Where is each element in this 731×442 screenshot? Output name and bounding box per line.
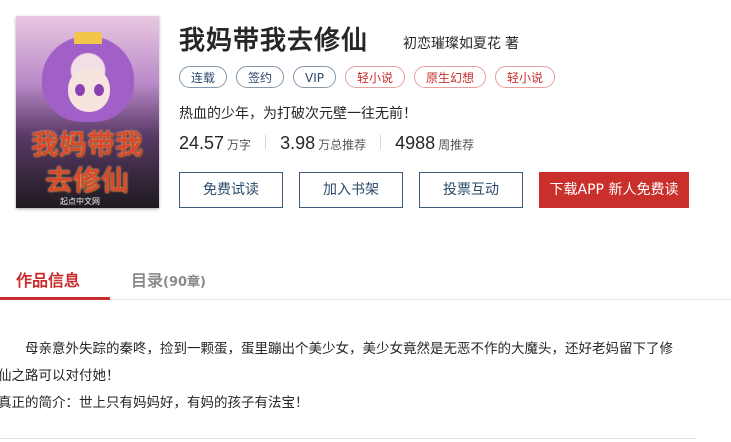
stat-divider: [380, 135, 382, 149]
stat-weekly-recommend: 4988 周推荐: [395, 133, 474, 154]
stat-value: 4988: [395, 133, 436, 153]
add-to-shelf-button[interactable]: 加入书架: [299, 172, 403, 208]
vote-button[interactable]: 投票互动: [419, 172, 523, 208]
tag-category[interactable]: 轻小说: [345, 66, 406, 88]
cover-illustration-crown: [74, 32, 102, 44]
stat-total-recommend: 3.98 万总推荐: [280, 133, 366, 154]
stat-word-count: 24.57 万字: [179, 133, 251, 154]
book-title: 我妈带我去修仙: [179, 26, 369, 56]
stat-value: 24.57: [179, 133, 225, 153]
tag-list: 连载 签约 VIP 轻小说 原生幻想 轻小说: [179, 66, 556, 88]
tab-toc-chapter-count: (90章): [163, 275, 206, 290]
stat-value: 3.98: [280, 133, 316, 153]
section-divider: [0, 438, 696, 439]
read-free-button[interactable]: 免费试读: [179, 172, 283, 208]
tag-subcategory[interactable]: 原生幻想: [414, 66, 487, 88]
description-paragraph: 母亲意外失踪的秦咚，捡到一颗蛋，蛋里蹦出个美少女，美少女竟然是无恶不作的大魔头，…: [25, 341, 673, 357]
tag-status: 连载: [179, 66, 228, 88]
tab-table-of-contents[interactable]: 目录(90章): [131, 267, 206, 291]
stat-unit: 周推荐: [438, 138, 475, 152]
stat-divider: [265, 135, 267, 149]
cover-illustration-eye: [94, 84, 104, 96]
book-stats: 24.57 万字 3.98 万总推荐 4988 周推荐: [179, 133, 474, 154]
book-description: 母亲意外失踪的秦咚，捡到一颗蛋，蛋里蹦出个美少女，美少女竟然是无恶不作的大魔头，…: [0, 336, 710, 417]
tag-genre[interactable]: 轻小说: [495, 66, 556, 88]
cover-publisher-mark: 起点中文网: [60, 197, 100, 206]
tag-signed: 签约: [236, 66, 285, 88]
active-tab-indicator: [0, 297, 110, 300]
description-paragraph: 真正的简介：世上只有妈妈好，有妈的孩子有法宝！: [0, 395, 309, 411]
content-tabs: 作品信息 目录(90章): [0, 257, 731, 300]
tab-book-info[interactable]: 作品信息: [16, 267, 80, 291]
download-app-button[interactable]: 下载APP 新人免费读: [539, 172, 689, 208]
tab-toc-label: 目录: [131, 271, 164, 290]
cover-title-art: 我妈带我 去修仙: [31, 130, 144, 197]
book-cover[interactable]: 我妈带我 去修仙 起点中文网: [16, 16, 159, 208]
cover-illustration-eye: [75, 84, 85, 96]
stat-unit: 万总推荐: [318, 138, 367, 152]
author-line: 初恋璀璨如夏花著: [403, 33, 519, 53]
description-paragraph-continued: 仙之路可以对付她！: [0, 368, 120, 384]
author-suffix: 著: [505, 36, 519, 52]
book-tagline: 热血的少年，为打破次元壁一往无前！: [179, 106, 417, 122]
author-name[interactable]: 初恋璀璨如夏花: [403, 36, 501, 52]
action-buttons: 免费试读 加入书架 投票互动 下载APP 新人免费读: [179, 172, 689, 208]
tag-vip: VIP: [293, 66, 337, 88]
stat-unit: 万字: [227, 138, 252, 152]
